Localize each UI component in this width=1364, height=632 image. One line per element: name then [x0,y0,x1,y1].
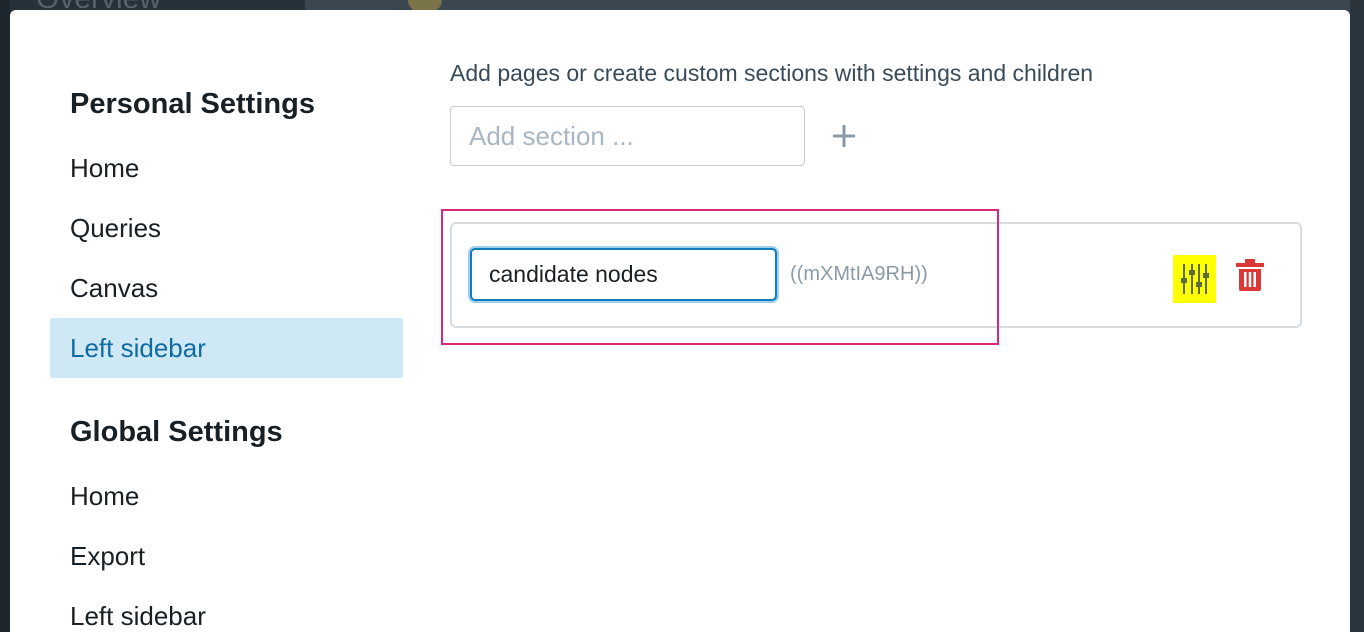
nav-item-global-home[interactable]: Home [50,466,403,526]
plus-icon [833,125,855,147]
global-settings-heading: Global Settings [70,416,283,448]
add-section-button[interactable] [824,116,864,156]
section-uid-label: ((mXMtIA9RH)) [790,263,928,285]
sliders-icon [1180,264,1209,294]
section-name-input[interactable] [470,248,777,301]
nav-item-personal-queries[interactable]: Queries [50,198,403,258]
section-delete-button[interactable] [1232,256,1268,294]
nav-item-personal-home[interactable]: Home [50,138,403,198]
background-edge-strip [0,0,10,632]
trash-icon [1236,259,1264,291]
nav-item-personal-canvas[interactable]: Canvas [50,258,403,318]
personal-settings-heading: Personal Settings [70,88,315,120]
background-right-edge [1350,0,1364,632]
section-settings-button[interactable] [1173,255,1216,303]
add-section-input[interactable] [450,106,805,166]
nav-item-global-export[interactable]: Export [50,526,403,586]
settings-dialog: Personal Settings Home Queries Canvas Le… [10,10,1350,632]
section-description: Add pages or create custom sections with… [450,60,1094,86]
nav-item-personal-left-sidebar[interactable]: Left sidebar [50,318,403,378]
nav-item-global-left-sidebar[interactable]: Left sidebar [50,586,403,632]
